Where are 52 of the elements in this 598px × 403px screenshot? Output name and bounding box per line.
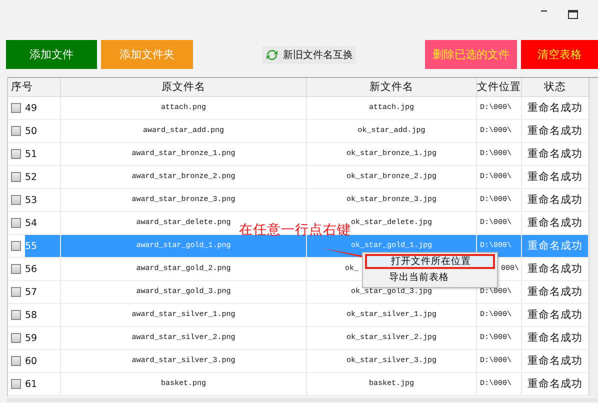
- row-number: 51: [25, 148, 38, 160]
- checkbox[interactable]: [11, 310, 21, 320]
- table-cell: 重命名成功: [528, 354, 582, 368]
- checkbox[interactable]: [11, 149, 21, 159]
- column-header[interactable]: 原文件名: [61, 78, 307, 96]
- row-number: 53: [25, 194, 38, 206]
- table-cell: 重命名成功: [528, 193, 582, 207]
- checkbox[interactable]: [11, 287, 21, 297]
- column-header[interactable]: 文件位置: [477, 78, 522, 96]
- checkbox[interactable]: [11, 126, 21, 136]
- scrollbar[interactable]: [589, 78, 598, 396]
- table-cell: 重命名成功: [528, 308, 582, 322]
- row-number: 60: [25, 356, 38, 366]
- checkbox[interactable]: [11, 195, 21, 205]
- table-cell: 重命名成功: [528, 170, 582, 184]
- row-number: 50: [25, 126, 38, 136]
- row-number: 52: [25, 172, 38, 182]
- checkbox[interactable]: [11, 264, 21, 274]
- menu-item[interactable]: 打开文件所在位置: [365, 254, 495, 269]
- table-cell: 重命名成功: [528, 331, 582, 345]
- swap-names-button[interactable]: 新旧文件名互换: [262, 46, 356, 64]
- row-number: 58: [25, 310, 38, 320]
- table-cell: 重命名成功: [528, 147, 582, 161]
- table-cell: 重命名成功: [528, 285, 582, 299]
- checkbox[interactable]: [11, 103, 21, 113]
- column-header[interactable]: 序号: [8, 78, 61, 96]
- menu-item[interactable]: 导出当前表格: [365, 270, 495, 285]
- table-cell: 重命名成功: [528, 239, 582, 253]
- checkbox[interactable]: [11, 241, 21, 251]
- checkbox[interactable]: [11, 218, 21, 228]
- checkbox[interactable]: [11, 333, 21, 343]
- checkbox[interactable]: [11, 379, 21, 389]
- row-number: 57: [25, 286, 38, 298]
- table-cell: 重命名成功: [528, 101, 582, 115]
- row-number: 61: [25, 378, 38, 390]
- table-cell: 重命名成功: [528, 124, 582, 138]
- checkbox[interactable]: [11, 172, 21, 182]
- row-number: 49: [25, 102, 38, 114]
- row-number: 56: [25, 264, 38, 274]
- minimize-icon[interactable]: [540, 10, 548, 12]
- maximize-icon[interactable]: [568, 10, 578, 19]
- add-button[interactable]: 添加文件: [6, 40, 97, 69]
- annotation-text: 在任意一行点右键: [239, 221, 351, 239]
- table-cell: 重命名成功: [528, 262, 582, 276]
- swap-icon: [265, 48, 279, 62]
- row-number: 59: [25, 332, 38, 344]
- column-header[interactable]: 新文件名: [307, 78, 477, 96]
- table-cell: 重命名成功: [528, 216, 582, 230]
- row-number: 55: [25, 235, 60, 257]
- checkbox[interactable]: [11, 356, 21, 366]
- table-cell: 重命名成功: [528, 377, 582, 391]
- row-number: 54: [25, 218, 38, 228]
